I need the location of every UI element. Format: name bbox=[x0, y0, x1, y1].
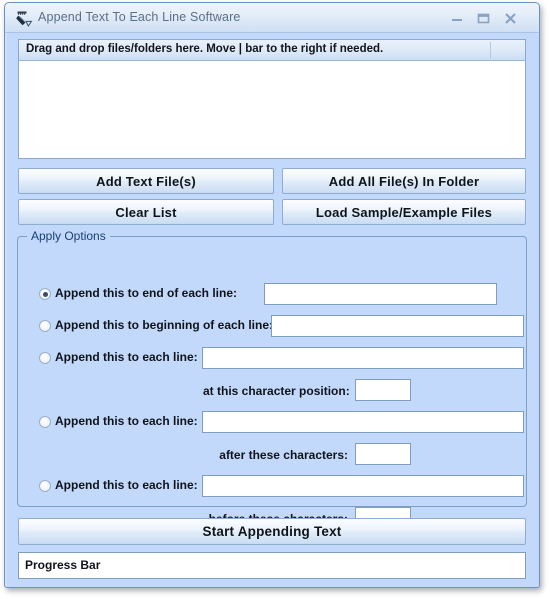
start-appending-text-button[interactable]: Start Appending Text bbox=[18, 518, 526, 545]
apply-options-title: Apply Options bbox=[27, 229, 110, 243]
input-append-after-characters[interactable] bbox=[202, 411, 524, 433]
progress-bar-label: Progress Bar bbox=[25, 558, 101, 572]
input-append-before-characters[interactable] bbox=[202, 475, 524, 497]
load-sample-files-button[interactable]: Load Sample/Example Files bbox=[282, 199, 526, 225]
label-append-after-characters: Append this to each line: bbox=[55, 414, 198, 428]
maximize-icon[interactable] bbox=[475, 10, 492, 26]
minimize-icon[interactable] bbox=[449, 10, 466, 26]
radio-append-end-of-line[interactable] bbox=[39, 288, 51, 300]
column-divider[interactable] bbox=[490, 42, 491, 59]
radio-append-after-characters[interactable] bbox=[39, 416, 51, 428]
file-list[interactable]: Drag and drop files/folders here. Move |… bbox=[18, 39, 526, 159]
add-all-files-in-folder-button[interactable]: Add All File(s) In Folder bbox=[282, 168, 526, 194]
radio-append-before-characters[interactable] bbox=[39, 480, 51, 492]
progress-bar: Progress Bar bbox=[18, 552, 526, 579]
input-append-end-of-line[interactable] bbox=[264, 283, 497, 305]
label-append-beginning-of-line: Append this to beginning of each line: bbox=[55, 318, 273, 332]
file-list-body[interactable] bbox=[19, 61, 525, 158]
add-text-files-button[interactable]: Add Text File(s) bbox=[18, 168, 274, 194]
radio-append-beginning-of-line[interactable] bbox=[39, 320, 51, 332]
application-window: Append Text To Each Line Software Drag a… bbox=[4, 2, 540, 588]
window-title: Append Text To Each Line Software bbox=[38, 10, 241, 24]
input-character-position[interactable] bbox=[355, 379, 411, 401]
file-list-column-header-label: Drag and drop files/folders here. Move |… bbox=[26, 43, 384, 55]
input-append-at-character-position[interactable] bbox=[202, 347, 524, 369]
label-append-at-character-position: Append this to each line: bbox=[55, 350, 198, 364]
clear-list-button[interactable]: Clear List bbox=[18, 199, 274, 225]
title-bar[interactable]: Append Text To Each Line Software bbox=[5, 3, 539, 33]
apply-options-group bbox=[17, 236, 527, 507]
label-after-these-characters: after these characters: bbox=[219, 448, 348, 462]
file-list-column-header[interactable]: Drag and drop files/folders here. Move |… bbox=[19, 40, 525, 61]
label-append-before-characters: Append this to each line: bbox=[55, 478, 198, 492]
close-icon[interactable] bbox=[502, 10, 519, 26]
input-append-beginning-of-line[interactable] bbox=[271, 315, 524, 337]
label-append-end-of-line: Append this to end of each line: bbox=[55, 286, 238, 300]
label-character-position: at this character position: bbox=[203, 384, 350, 398]
radio-append-at-character-position[interactable] bbox=[39, 352, 51, 364]
input-after-these-characters[interactable] bbox=[355, 443, 411, 465]
client-area: Drag and drop files/folders here. Move |… bbox=[7, 34, 539, 587]
app-icon bbox=[15, 9, 33, 27]
